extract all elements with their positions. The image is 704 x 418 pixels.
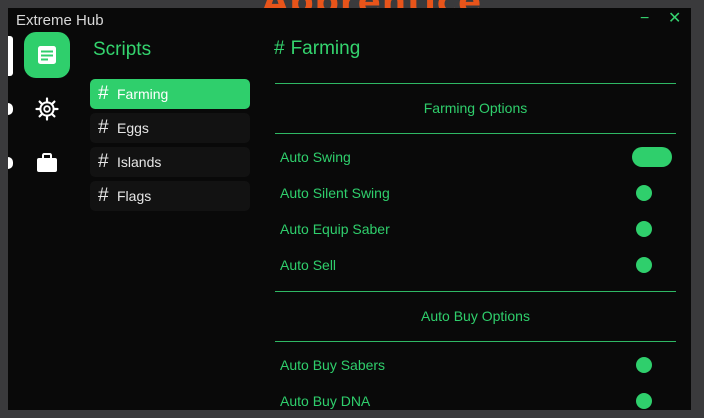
option-row-auto-sell: Auto Sell (274, 253, 676, 277)
option-label: Auto Silent Swing (280, 185, 390, 201)
auto-buy-sabers-toggle[interactable] (636, 357, 652, 373)
sidebar-item-eggs[interactable]: # Eggs (90, 113, 250, 143)
option-label: Auto Sell (280, 257, 337, 273)
panel-title-text: Farming (290, 38, 361, 59)
sidebar-item-islands[interactable]: # Islands (90, 147, 250, 177)
option-label: Auto Swing (280, 149, 351, 165)
option-label: Auto Equip Saber (280, 221, 390, 237)
scripts-sidebar: Scripts # Farming # Eggs # Islands # Fla… (90, 30, 250, 410)
hash-icon: # (98, 83, 109, 104)
sidebar-item-flags[interactable]: # Flags (90, 181, 250, 211)
hub-window: Extreme Hub − ✕ Scripts # Farming # Eggs… (8, 8, 691, 410)
rail-scripts-button[interactable] (24, 32, 70, 78)
auto-silent-swing-toggle[interactable] (636, 185, 652, 201)
option-label: Auto Buy Sabers (280, 357, 386, 373)
sidebar-item-label: Islands (117, 154, 162, 170)
auto-buy-dna-toggle[interactable] (636, 393, 652, 409)
hash-icon: # (274, 38, 285, 59)
panel-title: # Farming (274, 38, 360, 60)
option-label: Auto Buy DNA (280, 393, 371, 409)
title-bar[interactable]: Extreme Hub − ✕ (8, 8, 691, 30)
minimize-button[interactable]: − (640, 8, 649, 30)
rail-indicator-dot (8, 103, 13, 115)
briefcase-icon (37, 153, 57, 172)
option-row-auto-silent-swing: Auto Silent Swing (274, 181, 676, 205)
option-row-auto-buy-dna: Auto Buy DNA (274, 389, 676, 410)
rail-indicator-dot (8, 157, 13, 169)
gear-icon (35, 97, 59, 121)
section-divider (275, 291, 676, 292)
icon-rail (8, 30, 82, 410)
hash-icon: # (98, 151, 109, 172)
auto-equip-saber-toggle[interactable] (636, 221, 652, 237)
section-divider (275, 83, 676, 84)
close-button[interactable]: ✕ (668, 8, 681, 30)
sidebar-title: Scripts (93, 39, 152, 60)
auto-sell-toggle[interactable] (636, 257, 652, 273)
rail-inventory-button[interactable] (24, 140, 70, 186)
hash-icon: # (98, 185, 109, 206)
sidebar-item-label: Eggs (117, 120, 149, 136)
section-heading-auto-buy-options: Auto Buy Options (421, 308, 530, 324)
rail-active-indicator (8, 36, 13, 76)
rail-settings-button[interactable] (24, 86, 70, 132)
section-divider (275, 341, 676, 342)
farming-panel: # Farming Farming Options Auto Swing Auto… (274, 30, 676, 410)
option-row-auto-equip-saber: Auto Equip Saber (274, 217, 676, 241)
sidebar-item-label: Farming (117, 86, 169, 102)
document-icon (38, 46, 56, 64)
section-divider (275, 133, 676, 134)
sidebar-item-label: Flags (117, 188, 152, 204)
app-title: Extreme Hub (16, 12, 104, 29)
option-row-auto-buy-sabers: Auto Buy Sabers (274, 353, 676, 377)
hash-icon: # (98, 117, 109, 138)
option-row-auto-swing: Auto Swing (274, 145, 676, 169)
section-heading-farming-options: Farming Options (423, 100, 528, 116)
auto-swing-toggle[interactable] (632, 147, 672, 167)
sidebar-item-farming[interactable]: # Farming (90, 79, 250, 109)
